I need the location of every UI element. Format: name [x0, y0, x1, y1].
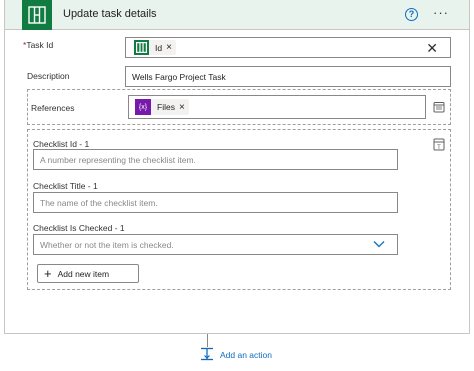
- task-id-label-text: Task Id: [26, 40, 54, 50]
- description-label: Description: [27, 71, 70, 81]
- expression-icon: {x}: [135, 99, 151, 115]
- checklist-title-field[interactable]: The name of the checklist item.: [33, 192, 398, 213]
- more-options-icon[interactable]: ···: [433, 5, 449, 20]
- references-label: References: [31, 103, 75, 113]
- token-label: Files: [157, 102, 175, 112]
- clear-field-icon[interactable]: ✕: [426, 40, 438, 57]
- task-id-field[interactable]: Id × ✕: [125, 37, 451, 58]
- checklist-id-placeholder: A number representing the checklist item…: [40, 155, 196, 165]
- add-new-item-label: Add new item: [57, 268, 110, 279]
- card-header[interactable]: Update task details ? ···: [5, 0, 469, 30]
- add-an-action-button[interactable]: Add an action: [200, 347, 272, 363]
- svg-text:T: T: [437, 145, 441, 151]
- checklist-is-checked-placeholder: Whether or not the item is checked.: [40, 240, 174, 250]
- checklist-title-placeholder: The name of the checklist item.: [40, 198, 158, 208]
- action-card: Update task details ? ··· *Task Id Id × …: [4, 0, 470, 334]
- task-id-label: *Task Id: [23, 40, 53, 50]
- references-token[interactable]: {x} Files ×: [135, 99, 189, 115]
- token-label: Id: [155, 42, 163, 53]
- references-field[interactable]: {x} Files ×: [128, 95, 426, 119]
- remove-token-icon[interactable]: ×: [179, 102, 189, 113]
- planner-icon: [22, 0, 52, 30]
- help-icon[interactable]: ?: [405, 8, 418, 21]
- add-new-item-button[interactable]: + Add new item: [37, 264, 139, 283]
- checklist-id-field[interactable]: A number representing the checklist item…: [33, 149, 398, 170]
- add-action-icon: [200, 347, 214, 363]
- remove-token-icon[interactable]: ×: [166, 42, 176, 53]
- checklist-title-label: Checklist Title - 1: [33, 181, 98, 191]
- checklist-id-label: Checklist Id - 1: [33, 139, 90, 149]
- switch-to-array-icon[interactable]: T: [433, 137, 445, 153]
- card-title[interactable]: Update task details: [63, 8, 157, 20]
- checklist-is-checked-label: Checklist Is Checked - 1: [33, 223, 125, 233]
- chevron-down-icon: [373, 240, 385, 250]
- flow-connector: [207, 334, 208, 347]
- task-id-token[interactable]: Id ×: [134, 40, 176, 55]
- switch-input-mode-icon[interactable]: [433, 101, 445, 115]
- planner-icon: [134, 40, 149, 55]
- plus-icon: +: [44, 266, 52, 281]
- add-action-label: Add an action: [220, 350, 272, 360]
- description-value: Wells Fargo Project Task: [132, 72, 226, 82]
- description-field[interactable]: Wells Fargo Project Task: [125, 66, 451, 87]
- checklist-is-checked-dropdown[interactable]: Whether or not the item is checked.: [33, 234, 398, 255]
